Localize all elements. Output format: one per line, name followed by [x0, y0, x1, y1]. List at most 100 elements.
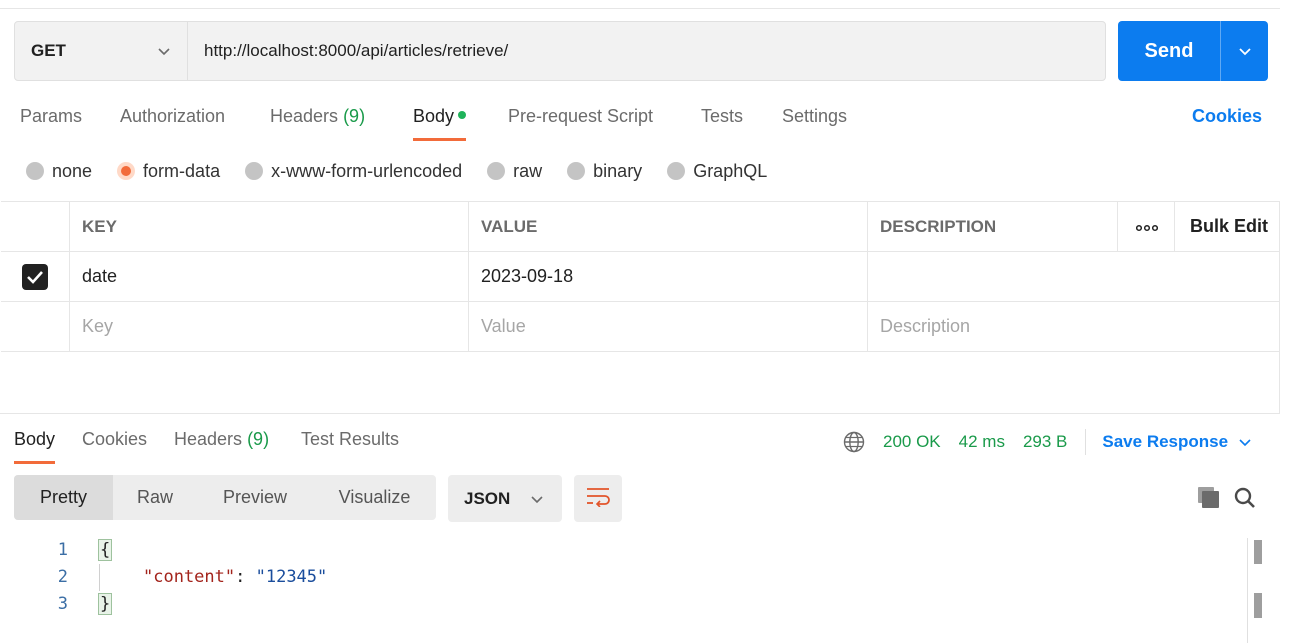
- body-type-label: form-data: [143, 160, 221, 181]
- wrap-lines-icon: [585, 485, 611, 512]
- tab-params[interactable]: Params: [20, 106, 82, 127]
- send-options-button[interactable]: [1220, 21, 1268, 81]
- chevron-down-icon: [157, 44, 171, 58]
- header-check-cell: [1, 202, 69, 251]
- globe-icon[interactable]: [843, 431, 865, 453]
- param-description-input[interactable]: [867, 252, 1280, 301]
- column-header-value: VALUE: [468, 202, 868, 251]
- cookies-link[interactable]: Cookies: [1192, 106, 1262, 127]
- new-value-input[interactable]: Value: [468, 302, 868, 351]
- new-description-input[interactable]: Description: [867, 302, 1280, 351]
- response-time[interactable]: 42 ms: [959, 432, 1005, 452]
- table-row-empty: Key Value Description: [1, 302, 1280, 352]
- body-type-none[interactable]: none: [26, 161, 92, 182]
- radio-icon: [667, 162, 686, 180]
- code-line: 3 }: [0, 591, 1250, 618]
- tab-headers-label: Headers: [270, 106, 339, 126]
- send-button-group: Send: [1118, 21, 1268, 81]
- send-button[interactable]: Send: [1118, 21, 1220, 81]
- json-separator: :: [235, 567, 256, 587]
- status-code[interactable]: 200 OK: [883, 432, 941, 452]
- view-mode-preview[interactable]: Preview: [197, 475, 313, 520]
- save-response-label: Save Response: [1102, 432, 1229, 451]
- postman-app: GET http://localhost:8000/api/articles/r…: [0, 0, 1311, 643]
- body-type-label: GraphQL: [693, 160, 768, 181]
- body-type-label: x-www-form-urlencoded: [271, 160, 463, 181]
- meta-separator: [1085, 429, 1087, 455]
- radio-icon: [567, 162, 586, 180]
- response-body-viewer[interactable]: 1 { 2 "content": "12345" 3 }: [0, 537, 1250, 643]
- response-tab-headers-label: Headers: [174, 429, 243, 449]
- param-key-input[interactable]: date: [69, 252, 469, 301]
- json-key: "content": [143, 567, 236, 587]
- tab-prerequest-script[interactable]: Pre-request Script: [508, 106, 653, 127]
- column-header-description: DESCRIPTION: [867, 202, 1118, 251]
- pane-right-border: [1279, 201, 1280, 414]
- response-size[interactable]: 293 B: [1023, 432, 1067, 452]
- radio-icon: [487, 162, 506, 180]
- close-brace: }: [98, 593, 113, 615]
- radio-selected-icon: [117, 162, 136, 180]
- scrollbar-track[interactable]: [1247, 538, 1248, 643]
- response-tab-body[interactable]: Body: [14, 429, 56, 464]
- chevron-down-icon: [1238, 44, 1252, 58]
- method-label: GET: [31, 41, 66, 60]
- line-number: 1: [57, 540, 68, 560]
- body-type-binary[interactable]: binary: [567, 161, 642, 182]
- format-select[interactable]: JSON: [448, 475, 562, 522]
- indent-guide: [99, 564, 110, 591]
- save-response-button[interactable]: Save Response: [1102, 432, 1252, 452]
- wrap-lines-button[interactable]: [574, 475, 622, 522]
- radio-icon: [245, 162, 264, 180]
- new-key-input[interactable]: Key: [69, 302, 469, 351]
- body-type-options: none form-data x-www-form-urlencoded raw…: [26, 158, 792, 184]
- scrollbar-marker[interactable]: [1254, 593, 1262, 618]
- response-tab-headers[interactable]: Headers (9): [174, 429, 269, 450]
- view-mode-raw[interactable]: Raw: [113, 475, 197, 520]
- tab-tests[interactable]: Tests: [701, 106, 743, 127]
- tab-authorization[interactable]: Authorization: [120, 106, 225, 127]
- request-bar: GET http://localhost:8000/api/articles/r…: [14, 21, 1106, 81]
- code-text: }: [98, 591, 113, 618]
- body-type-raw[interactable]: raw: [487, 161, 542, 182]
- view-mode-segmented: Pretty Raw Preview Visualize: [14, 475, 436, 520]
- tab-settings[interactable]: Settings: [782, 106, 847, 127]
- body-indicator-dot: [458, 111, 467, 119]
- body-type-form-data[interactable]: form-data: [117, 161, 220, 182]
- chevron-down-icon: [1238, 435, 1252, 449]
- checkmark-icon: [22, 263, 48, 290]
- view-mode-pretty[interactable]: Pretty: [14, 475, 113, 520]
- method-select[interactable]: GET: [15, 22, 188, 80]
- line-number: 2: [57, 567, 68, 587]
- param-value-input[interactable]: 2023-09-18: [468, 252, 868, 301]
- more-options-button[interactable]: [1117, 202, 1175, 251]
- search-icon[interactable]: [1232, 485, 1258, 511]
- url-input[interactable]: http://localhost:8000/api/articles/retri…: [188, 22, 1105, 80]
- tab-body-label: Body: [413, 106, 455, 126]
- chevron-down-icon: [530, 492, 544, 506]
- response-tab-cookies[interactable]: Cookies: [82, 429, 147, 450]
- body-type-label: binary: [593, 160, 643, 181]
- bulk-edit-button[interactable]: Bulk Edit: [1174, 202, 1280, 251]
- code-line: 1 {: [0, 537, 1250, 564]
- body-type-urlencoded[interactable]: x-www-form-urlencoded: [245, 161, 462, 182]
- headers-count: (9): [343, 106, 366, 126]
- copy-icon[interactable]: [1196, 485, 1222, 511]
- top-divider: [0, 0, 1280, 9]
- json-string-value: "12345": [255, 567, 328, 587]
- table-row: date 2023-09-18: [1, 252, 1280, 302]
- response-tab-test-results[interactable]: Test Results: [301, 429, 399, 450]
- code-text: {: [98, 537, 113, 564]
- radio-icon: [26, 162, 44, 180]
- tab-headers[interactable]: Headers (9): [270, 106, 365, 127]
- view-mode-visualize[interactable]: Visualize: [313, 475, 436, 520]
- body-type-graphql[interactable]: GraphQL: [667, 161, 767, 182]
- response-headers-count: (9): [247, 429, 270, 449]
- more-horizontal-icon: [1135, 216, 1158, 237]
- tab-body[interactable]: Body: [413, 106, 467, 141]
- row-enable-checkbox[interactable]: [1, 252, 69, 301]
- column-header-key: KEY: [69, 202, 469, 251]
- response-meta: 200 OK 42 ms 293 B Save Response: [843, 429, 1252, 455]
- request-tabs: Params Authorization Headers (9) Body Pr…: [0, 96, 1280, 141]
- scrollbar-marker[interactable]: [1254, 540, 1262, 564]
